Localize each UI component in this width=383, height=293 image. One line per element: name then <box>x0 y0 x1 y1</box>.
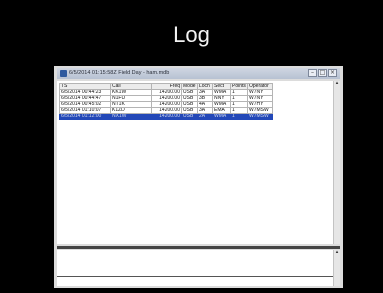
cell-operator: W7MSW <box>247 107 273 114</box>
divider <box>57 276 333 277</box>
column-header-operator[interactable]: Operator <box>247 83 273 90</box>
cell-mode: USB <box>181 113 198 120</box>
column-header-mode[interactable]: Mode <box>181 83 198 90</box>
minimize-icon[interactable]: – <box>308 69 317 77</box>
scroll-up-icon[interactable]: ▴ <box>334 250 340 255</box>
column-header-points[interactable]: Points <box>230 83 248 90</box>
table-row-selected[interactable]: 6/5/2014 01:12:00 NX1W 14200.00 USB 2A W… <box>59 113 273 120</box>
cell-freq: 14200.00 <box>151 113 182 120</box>
pane-splitter[interactable] <box>57 246 340 249</box>
window-titlebar[interactable]: 6/5/2014 01:15:58Z Field Day - ham.mdb –… <box>57 68 340 79</box>
slide-title: Log <box>173 22 210 47</box>
entry-pane: ▴ <box>57 250 340 286</box>
scroll-up-icon[interactable]: ▴ <box>334 81 340 86</box>
log-grid: TS Call Freq Mode Loch Sect Points Opera… <box>57 81 333 244</box>
cell-loch: 2A <box>197 113 213 120</box>
cell-call: NX1W <box>110 113 152 120</box>
vertical-scrollbar[interactable]: ▴ <box>333 81 340 244</box>
cell-ts: 6/5/2014 01:12:00 <box>59 113 111 120</box>
cell-operator: W7MSW <box>247 113 273 120</box>
cell-points: 1 <box>230 113 248 120</box>
log-table: TS Call Freq Mode Loch Sect Points Opera… <box>59 83 273 120</box>
maximize-icon[interactable]: □ <box>318 69 327 77</box>
entry-pane-scrollbar[interactable]: ▴ <box>333 250 340 286</box>
log-window: 6/5/2014 01:15:58Z Field Day - ham.mdb –… <box>54 66 343 288</box>
cell-sect: WMA <box>212 113 231 120</box>
app-icon <box>60 70 67 77</box>
close-icon[interactable]: × <box>328 69 337 77</box>
window-title: 6/5/2014 01:15:58Z Field Day - ham.mdb <box>69 70 170 76</box>
